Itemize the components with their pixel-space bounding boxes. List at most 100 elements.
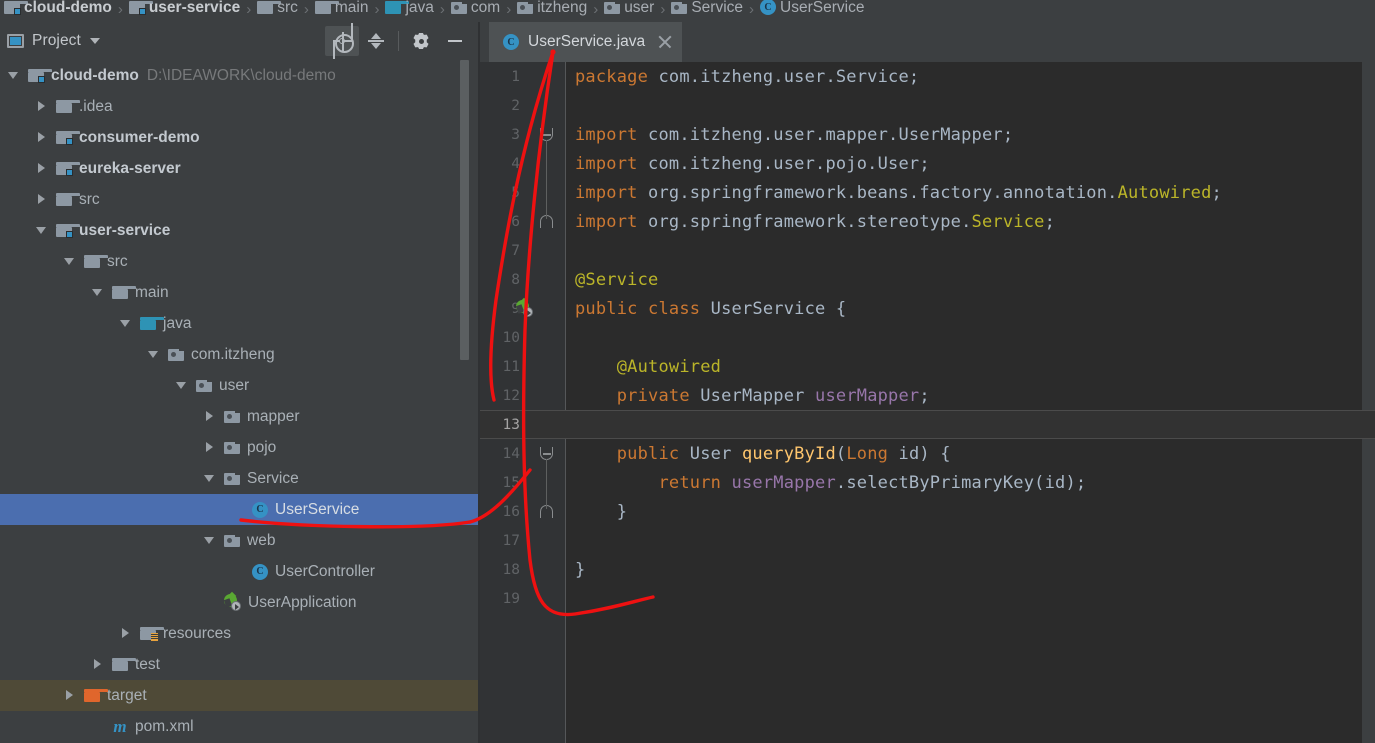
tree-item-label: cloud-demo <box>51 66 139 84</box>
module-folder-icon <box>28 69 52 83</box>
chevron-down-icon[interactable] <box>92 287 103 298</box>
chevron-down-icon[interactable] <box>120 318 131 329</box>
breadcrumb-item-label: UserService <box>780 0 865 16</box>
tree-item-cloud-demo[interactable]: cloud-demo D:\IDEAWORK\cloud-demo <box>0 60 480 91</box>
code-line[interactable]: 16 } <box>480 497 1375 526</box>
code-line[interactable]: 1 package com.itzheng.user.Service; <box>480 62 1375 91</box>
line-number: 3 <box>511 126 520 143</box>
tree-item-userapplication[interactable]: UserApplication <box>0 587 480 618</box>
tree-item-service[interactable]: Service <box>0 463 480 494</box>
tree-item-resources[interactable]: resources <box>0 618 480 649</box>
line-number: 15 <box>502 474 520 491</box>
code-line[interactable]: 9 public class UserService { <box>480 294 1375 323</box>
breadcrumb: cloud-demo › user-service › src › main › java › co… <box>0 0 1375 22</box>
tree-item-src[interactable]: src <box>0 184 480 215</box>
package-icon <box>224 534 240 547</box>
tree-item-consumer-demo[interactable]: consumer-demo <box>0 122 480 153</box>
chevron-down-icon[interactable] <box>176 380 187 391</box>
tree-item-src[interactable]: src <box>0 246 480 277</box>
collapse-all-button[interactable] <box>359 26 393 56</box>
tree-item--idea[interactable]: .idea <box>0 91 480 122</box>
code-line[interactable]: 13 <box>480 410 1375 439</box>
breadcrumb-item-userservice[interactable]: C UserService <box>760 0 864 22</box>
code-line[interactable]: 8 @Service <box>480 265 1375 294</box>
breadcrumb-item-service[interactable]: Service <box>671 0 743 22</box>
code-editor[interactable]: 1 package com.itzheng.user.Service; 2 3 impo… <box>480 62 1375 743</box>
chevron-down-icon[interactable] <box>89 38 100 44</box>
tree-item-usercontroller[interactable]: C UserController <box>0 556 480 587</box>
tree-item-java[interactable]: java <box>0 308 480 339</box>
breadcrumb-item-src[interactable]: src <box>257 0 298 22</box>
tree-item-pom-xml[interactable]: m pom.xml <box>0 711 480 742</box>
breadcrumb-item-java[interactable]: java <box>385 0 434 22</box>
fold-open-icon[interactable] <box>540 128 554 142</box>
code-line[interactable]: 14 public User queryById(Long id) { <box>480 439 1375 468</box>
chevron-down-icon[interactable] <box>204 473 215 484</box>
code-line[interactable]: 3 import com.itzheng.user.mapper.UserMapp… <box>480 120 1375 149</box>
line-number: 12 <box>502 387 520 404</box>
tree-item-mapper[interactable]: mapper <box>0 401 480 432</box>
breadcrumb-item-user-service[interactable]: user-service <box>128 0 240 22</box>
breadcrumb-item-cloud-demo[interactable]: cloud-demo <box>4 0 112 22</box>
locate-in-tree-button[interactable] <box>325 26 359 56</box>
code-line[interactable]: 6 import org.springframework.stereotype.S… <box>480 207 1375 236</box>
chevron-right-icon[interactable] <box>64 690 75 701</box>
project-tree[interactable]: cloud-demo D:\IDEAWORK\cloud-demo .idea con… <box>0 60 480 743</box>
chevron-right-icon[interactable] <box>36 101 47 112</box>
chevron-down-icon[interactable] <box>64 256 75 267</box>
code-line[interactable]: 2 <box>480 91 1375 120</box>
chevron-down-icon[interactable] <box>148 349 159 360</box>
tree-item-eureka-server[interactable]: eureka-server <box>0 153 480 184</box>
project-root-path: D:\IDEAWORK\cloud-demo <box>146 66 336 84</box>
tree-item-user-service[interactable]: user-service <box>0 215 480 246</box>
chevron-right-icon[interactable] <box>120 628 131 639</box>
tree-item-user[interactable]: user <box>0 370 480 401</box>
chevron-down-icon[interactable] <box>204 535 215 546</box>
folder-icon <box>56 100 80 113</box>
tree-item-pojo[interactable]: pojo <box>0 432 480 463</box>
code-line[interactable]: 12 private UserMapper userMapper; <box>480 381 1375 410</box>
tree-item-label: UserController <box>275 562 375 580</box>
code-line[interactable]: 18} <box>480 555 1375 584</box>
line-number: 13 <box>502 416 520 433</box>
breadcrumb-item-itzheng[interactable]: itzheng <box>517 0 587 22</box>
fold-open-icon[interactable] <box>540 447 554 461</box>
tree-item-main[interactable]: main <box>0 277 480 308</box>
breadcrumb-item-main[interactable]: main <box>314 0 368 22</box>
chevron-right-icon[interactable] <box>36 163 47 174</box>
chevron-right-icon[interactable] <box>204 442 215 453</box>
chevron-down-icon[interactable] <box>36 225 47 236</box>
chevron-down-icon[interactable] <box>8 70 19 81</box>
settings-button[interactable] <box>404 26 438 56</box>
tree-item-test[interactable]: test <box>0 649 480 680</box>
tree-item-target[interactable]: target <box>0 680 480 711</box>
line-number: 4 <box>511 155 520 172</box>
code-line[interactable]: 10 <box>480 323 1375 352</box>
line-number: 17 <box>502 532 520 549</box>
code-line[interactable]: 17 <box>480 526 1375 555</box>
code-line[interactable]: 4 import com.itzheng.user.pojo.User; <box>480 149 1375 178</box>
chevron-right-icon[interactable] <box>204 411 215 422</box>
close-icon[interactable] <box>658 35 672 49</box>
spring-bean-icon[interactable] <box>515 300 533 317</box>
tree-item-com-itzheng[interactable]: com.itzheng <box>0 339 480 370</box>
chevron-right-icon[interactable] <box>92 659 103 670</box>
code-line[interactable]: 19 <box>480 584 1375 613</box>
fold-close-icon[interactable] <box>540 215 554 229</box>
code-line[interactable]: 11 @Autowired <box>480 352 1375 381</box>
tree-toggle-empty <box>204 597 215 608</box>
chevron-right-icon[interactable] <box>36 194 47 205</box>
breadcrumb-item-com[interactable]: com <box>450 0 500 22</box>
editor-tab-userservice-java[interactable]: C UserService.java <box>489 22 683 62</box>
chevron-right-icon[interactable] <box>36 132 47 143</box>
tree-item-web[interactable]: web <box>0 525 480 556</box>
hide-window-button[interactable] <box>438 26 472 56</box>
code-line-text: public class UserService { <box>575 298 847 319</box>
breadcrumb-item-user[interactable]: user <box>604 0 654 22</box>
tree-item-userservice[interactable]: C UserService <box>0 494 480 525</box>
code-line[interactable]: 5 import org.springframework.beans.factor… <box>480 178 1375 207</box>
code-line[interactable]: 15 return userMapper.selectByPrimaryKey(… <box>480 468 1375 497</box>
fold-close-icon[interactable] <box>540 505 554 519</box>
code-line[interactable]: 7 <box>480 236 1375 265</box>
tree-item-icon <box>84 689 108 702</box>
